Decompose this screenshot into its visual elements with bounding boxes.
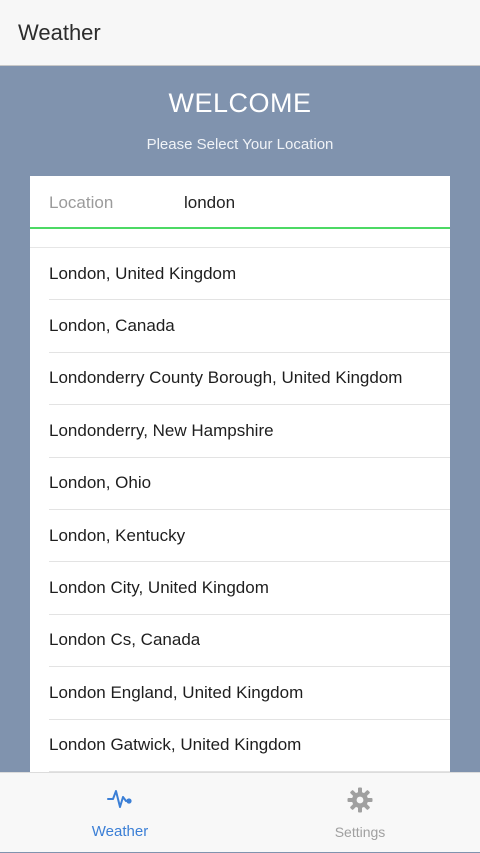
result-item[interactable]: London City, United Kingdom xyxy=(49,562,450,615)
welcome-subtitle: Please Select Your Location xyxy=(146,136,334,153)
location-search-input[interactable] xyxy=(184,188,434,218)
pulse-icon xyxy=(107,790,132,808)
location-card: Location London, United Kingdom London, … xyxy=(30,176,450,772)
tab-weather-label: Weather xyxy=(91,823,149,840)
results-spacer xyxy=(30,229,450,248)
result-item[interactable]: London England, United Kingdom xyxy=(49,667,450,720)
tab-settings-label: Settings xyxy=(334,824,386,840)
result-item[interactable]: London, Canada xyxy=(49,300,450,353)
welcome-heading: WELCOME xyxy=(168,88,312,118)
result-item[interactable]: Londonderry County Borough, United Kingd… xyxy=(49,353,450,406)
app-header: Weather xyxy=(0,0,480,66)
tab-settings[interactable]: Settings xyxy=(240,773,480,853)
app-title: Weather xyxy=(18,19,101,45)
tab-weather[interactable]: Weather xyxy=(0,773,240,853)
result-item[interactable]: London Cs, Canada xyxy=(49,615,450,668)
location-label: Location xyxy=(49,193,114,212)
main-content: WELCOME Please Select Your Location Loca… xyxy=(0,66,480,772)
result-item[interactable]: Londonderry, New Hampshire xyxy=(49,405,450,458)
tab-bar: Weather Settings xyxy=(0,772,480,852)
result-item[interactable]: London Gatwick, United Kingdom xyxy=(49,720,450,772)
result-item[interactable]: London, United Kingdom xyxy=(49,248,450,301)
result-item[interactable]: London, Kentucky xyxy=(49,510,450,563)
gear-icon xyxy=(347,787,373,813)
location-search-row: Location xyxy=(30,176,450,229)
result-item[interactable]: London, Ohio xyxy=(49,458,450,510)
location-results-list: London, United Kingdom London, Canada Lo… xyxy=(30,248,450,772)
